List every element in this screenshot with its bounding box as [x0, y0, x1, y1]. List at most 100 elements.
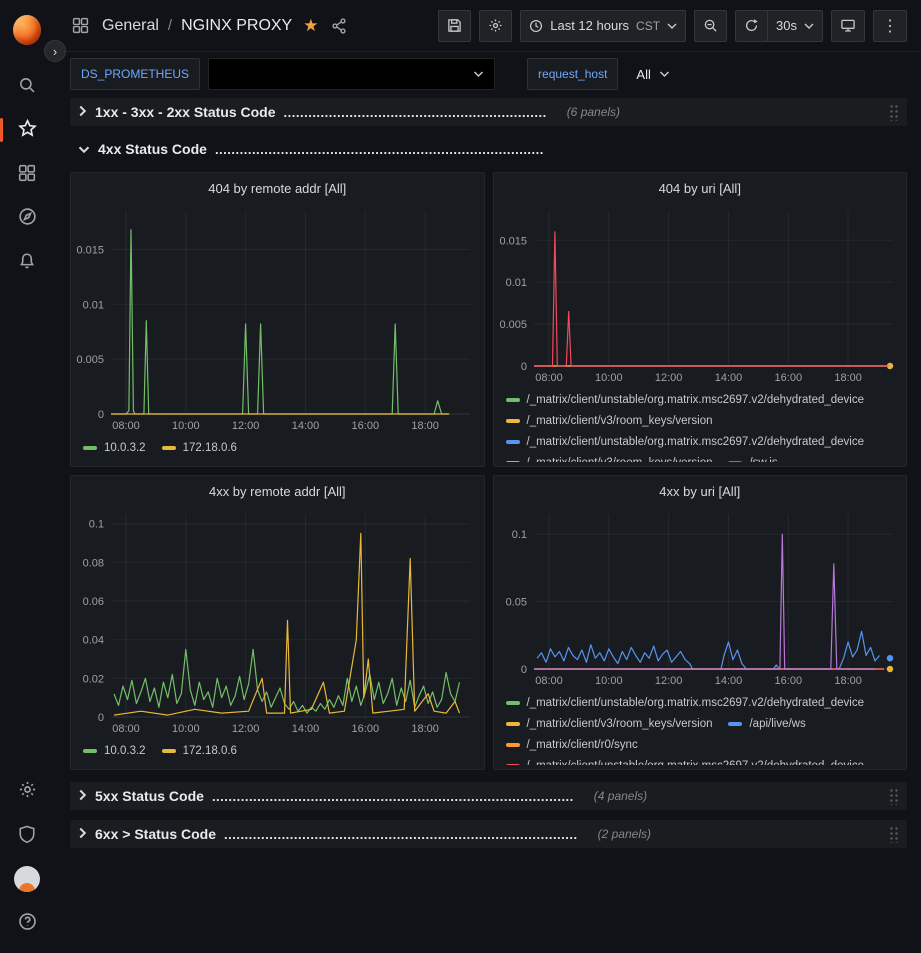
legend-item[interactable]: /api/live/ws	[728, 713, 805, 734]
svg-text:0.06: 0.06	[83, 596, 104, 608]
legend-label: /sw.js	[749, 457, 777, 463]
dashboard-row-1xx-3xx-2xx[interactable]: 1xx - 3xx - 2xx Status Code ............…	[70, 98, 907, 126]
refresh-interval-picker[interactable]: 30s	[767, 10, 823, 42]
dashboard-row-5xx[interactable]: 5xx Status Code ........................…	[70, 782, 907, 810]
sidebar-item-explore[interactable]	[7, 196, 47, 240]
kebab-menu-icon: ⋮	[882, 16, 898, 36]
gear-icon	[18, 780, 37, 802]
dashboard-row-6xx[interactable]: 6xx > Status Code ......................…	[70, 820, 907, 848]
panel-title[interactable]: 4xx by uri [All]	[494, 476, 907, 506]
row-title-dots: ........................................…	[284, 105, 547, 120]
row-drag-handle[interactable]	[889, 825, 899, 843]
legend-swatch	[728, 722, 742, 726]
legend-label: /_matrix/client/unstable/org.matrix.msc2…	[527, 436, 865, 448]
svg-text:0.01: 0.01	[505, 277, 526, 289]
svg-text:0.015: 0.015	[499, 235, 527, 247]
legend-item[interactable]: /_matrix/client/unstable/org.matrix.msc2…	[506, 692, 865, 713]
svg-text:0.02: 0.02	[83, 673, 104, 685]
legend-item[interactable]: 10.0.3.2	[83, 437, 146, 458]
sidebar-item-help[interactable]	[7, 901, 47, 945]
svg-text:0.005: 0.005	[76, 354, 104, 366]
grafana-logo[interactable]	[7, 10, 47, 50]
time-range-label: Last 12 hours	[550, 18, 629, 33]
svg-text:14:00: 14:00	[714, 372, 742, 384]
svg-text:14:00: 14:00	[714, 675, 742, 687]
sidebar-item-configuration[interactable]	[7, 769, 47, 813]
sidebar-item-server-admin[interactable]	[7, 813, 47, 857]
panel-404-by-uri: 404 by uri [All] 08:0010:0012:0014:0016:…	[493, 172, 908, 467]
chart-plot[interactable]: 08:0010:0012:0014:0016:0018:0000.0050.01…	[71, 203, 484, 434]
time-series-chart[interactable]: 08:0010:0012:0014:0016:0018:0000.0050.01…	[494, 203, 907, 386]
chevron-down-icon	[78, 142, 90, 157]
chart-plot[interactable]: 08:0010:0012:0014:0016:0018:0000.0050.01…	[494, 203, 907, 386]
chevron-right-icon	[78, 789, 87, 804]
star-icon	[18, 119, 37, 141]
sidebar-item-starred[interactable]	[7, 108, 47, 152]
time-series-chart[interactable]: 08:0010:0012:0014:0016:0018:0000.0050.01…	[71, 203, 484, 434]
chart-plot[interactable]: 08:0010:0012:0014:0016:0018:0000.050.1	[494, 506, 907, 689]
breadcrumb-section[interactable]: General	[102, 17, 159, 35]
refresh-interval-label: 30s	[776, 18, 797, 33]
svg-text:08:00: 08:00	[535, 675, 563, 687]
request-host-variable-select[interactable]: All	[626, 58, 679, 90]
legend-item[interactable]: /_matrix/client/v3/room_keys/version	[506, 410, 713, 431]
request-host-variable-label[interactable]: request_host	[527, 58, 618, 90]
legend-item[interactable]: /_matrix/client/v3/room_keys/version	[506, 713, 713, 734]
legend-item[interactable]: 10.0.3.2	[83, 740, 146, 761]
legend-label: /_matrix/client/v3/room_keys/version	[527, 457, 713, 463]
dashboard-settings-button[interactable]	[479, 10, 512, 42]
bell-icon	[18, 252, 36, 273]
datasource-variable-label[interactable]: DS_PROMETHEUS	[70, 58, 200, 90]
time-series-chart[interactable]: 08:0010:0012:0014:0016:0018:0000.020.040…	[71, 506, 484, 737]
sidebar-item-alerting[interactable]	[7, 240, 47, 284]
sidebar-item-dashboards[interactable]	[7, 152, 47, 196]
time-series-chart[interactable]: 08:0010:0012:0014:0016:0018:0000.050.1	[494, 506, 907, 689]
legend-item[interactable]: 172.18.0.6	[162, 740, 237, 761]
zoom-out-button[interactable]	[694, 10, 727, 42]
datasource-variable-select[interactable]	[208, 58, 495, 90]
sidebar-expand-toggle[interactable]: ›	[44, 40, 66, 62]
row-title: 5xx Status Code	[95, 788, 204, 804]
legend-item[interactable]: /sw.js	[728, 452, 777, 462]
legend-item[interactable]: /_matrix/client/v3/room_keys/version	[506, 452, 713, 462]
row-title: 4xx Status Code	[98, 141, 207, 157]
sidebar-item-profile[interactable]	[7, 857, 47, 901]
refresh-button[interactable]	[735, 10, 767, 42]
chart-plot[interactable]: 08:0010:0012:0014:0016:0018:0000.020.040…	[71, 506, 484, 737]
svg-text:16:00: 16:00	[352, 420, 380, 432]
time-range-picker[interactable]: Last 12 hours CST	[520, 10, 686, 42]
legend-item[interactable]: /_matrix/client/unstable/org.matrix.msc2…	[506, 755, 865, 765]
legend-swatch	[162, 446, 176, 450]
more-options-button[interactable]: ⋮	[873, 10, 907, 42]
sidebar-item-search[interactable]	[7, 64, 47, 108]
legend-item[interactable]: 172.18.0.6	[162, 437, 237, 458]
row-title: 6xx > Status Code	[95, 826, 216, 842]
user-avatar	[14, 866, 40, 892]
legend-item[interactable]: /_matrix/client/r0/sync	[506, 734, 638, 755]
legend-swatch	[506, 419, 520, 423]
dashboard-row-4xx[interactable]: 4xx Status Code ........................…	[70, 136, 907, 162]
panel-title[interactable]: 404 by uri [All]	[494, 173, 907, 203]
svg-text:10:00: 10:00	[595, 675, 623, 687]
dashboard-canvas: 1xx - 3xx - 2xx Status Code ............…	[54, 96, 921, 953]
share-icon[interactable]	[327, 14, 351, 38]
save-dashboard-button[interactable]	[438, 10, 471, 42]
favorite-star-icon[interactable]: ★	[303, 16, 318, 36]
svg-text:08:00: 08:00	[112, 420, 140, 432]
svg-text:10:00: 10:00	[595, 372, 623, 384]
chevron-right-icon	[78, 827, 87, 842]
row-drag-handle[interactable]	[889, 103, 899, 121]
chevron-down-icon	[667, 22, 677, 30]
dashboard-title[interactable]: NGINX PROXY	[181, 17, 292, 35]
legend-item[interactable]: /_matrix/client/unstable/org.matrix.msc2…	[506, 389, 865, 410]
row-panel-count: (2 panels)	[598, 827, 651, 841]
clock-icon	[529, 19, 543, 33]
legend-label: 10.0.3.2	[104, 442, 146, 454]
panel-title[interactable]: 4xx by remote addr [All]	[71, 476, 484, 506]
legend-item[interactable]: /_matrix/client/unstable/org.matrix.msc2…	[506, 431, 865, 452]
svg-text:08:00: 08:00	[535, 372, 563, 384]
svg-text:18:00: 18:00	[411, 420, 439, 432]
row-drag-handle[interactable]	[889, 787, 899, 805]
tv-kiosk-button[interactable]	[831, 10, 865, 42]
panel-title[interactable]: 404 by remote addr [All]	[71, 173, 484, 203]
